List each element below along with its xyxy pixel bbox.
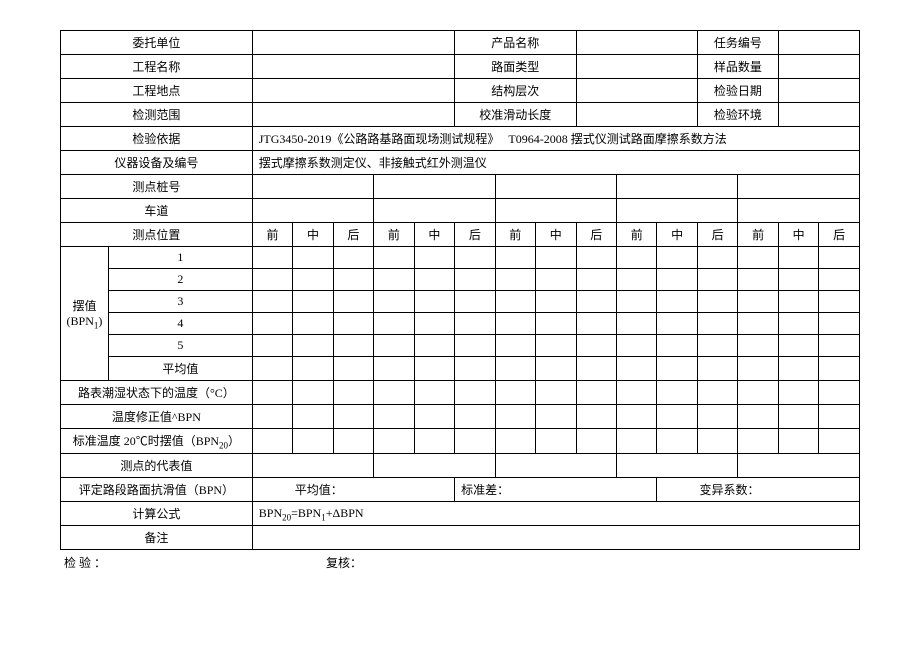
pos-5-back: 后 [819, 223, 860, 247]
env-label: 检验环境 [697, 103, 778, 127]
position-label: 测点位置 [61, 223, 253, 247]
layer-value [576, 79, 697, 103]
lane-label: 车道 [61, 199, 253, 223]
task-no-label: 任务编号 [697, 31, 778, 55]
equip-label: 仪器设备及编号 [61, 151, 253, 175]
station-label: 测点桩号 [61, 175, 253, 199]
sample-qty-label: 样品数量 [697, 55, 778, 79]
bpn-group-label: 摆值 (BPN1) [61, 247, 109, 381]
equip-value: 摆式摩擦系数测定仪、非接触式红外测温仪 [252, 151, 859, 175]
inspect-date-value [778, 79, 859, 103]
basis-label: 检验依据 [61, 127, 253, 151]
scope-value [252, 103, 454, 127]
lane-val-4 [616, 199, 737, 223]
rep-val-2 [374, 454, 495, 478]
station-val-5 [738, 175, 860, 199]
lane-val-2 [374, 199, 495, 223]
station-val-4 [616, 175, 737, 199]
slide-len-label: 校准滑动长度 [455, 103, 576, 127]
pavement-type-label: 路面类型 [455, 55, 576, 79]
pos-2-back: 后 [455, 223, 495, 247]
bpn-row-1-label: 1 [108, 247, 252, 269]
layer-label: 结构层次 [455, 79, 576, 103]
station-val-2 [374, 175, 495, 199]
pos-3-mid: 中 [536, 223, 576, 247]
std-cell: 标准差： [455, 478, 657, 502]
product-label: 产品名称 [455, 31, 576, 55]
rep-val-3 [495, 454, 616, 478]
bpn20-label: 标准温度 20℃时摆值（BPN20） [61, 429, 253, 454]
env-value [778, 103, 859, 127]
formula-label: 计算公式 [61, 502, 253, 526]
rep-val-1 [252, 454, 373, 478]
remark-value [252, 526, 859, 550]
rep-val-4 [616, 454, 737, 478]
bpn-row-4-label: 4 [108, 313, 252, 335]
project-value [252, 55, 454, 79]
bpn-row-3-label: 3 [108, 291, 252, 313]
pavement-type-value [576, 55, 697, 79]
product-value [576, 31, 697, 55]
location-value [252, 79, 454, 103]
footer: 检 验 ： 复核： [60, 554, 860, 571]
rep-val-5 [738, 454, 860, 478]
inspection-form-table: 委托单位 产品名称 任务编号 工程名称 路面类型 样品数量 工程地点 结构层次 … [60, 30, 860, 550]
client-label: 委托单位 [61, 31, 253, 55]
pos-1-back: 后 [333, 223, 373, 247]
station-val-1 [252, 175, 373, 199]
remark-label: 备注 [61, 526, 253, 550]
scope-label: 检测范围 [61, 103, 253, 127]
lane-val-1 [252, 199, 373, 223]
sample-qty-value [778, 55, 859, 79]
basis-value: JTG3450-2019《公路路基路面现场测试规程》 T0964-2008 摆式… [252, 127, 859, 151]
lane-val-5 [738, 199, 860, 223]
cv-cell: 变异系数： [657, 478, 860, 502]
bpn-row-5-label: 5 [108, 335, 252, 357]
slide-len-value [576, 103, 697, 127]
mean-cell: 平均值： [252, 478, 454, 502]
client-value [252, 31, 454, 55]
pos-4-back: 后 [697, 223, 737, 247]
lane-val-3 [495, 199, 616, 223]
temp-corr-label: 温度修正值^BPN [61, 405, 253, 429]
bpn-row-2-label: 2 [108, 269, 252, 291]
reviewer-label: 复核： [326, 554, 362, 571]
pos-1-front: 前 [252, 223, 292, 247]
rep-value-label: 测点的代表值 [61, 454, 253, 478]
pos-5-mid: 中 [778, 223, 818, 247]
inspector-label: 检 验 ： [64, 554, 106, 571]
pos-1-mid: 中 [293, 223, 333, 247]
pos-3-front: 前 [495, 223, 535, 247]
project-label: 工程名称 [61, 55, 253, 79]
pos-4-front: 前 [616, 223, 656, 247]
location-label: 工程地点 [61, 79, 253, 103]
bpn-row-avg-label: 平均值 [108, 357, 252, 381]
pos-2-front: 前 [374, 223, 414, 247]
inspect-date-label: 检验日期 [697, 79, 778, 103]
pos-5-front: 前 [738, 223, 778, 247]
formula-value: BPN20=BPN1+ΔBPN [252, 502, 859, 526]
pos-3-back: 后 [576, 223, 616, 247]
pos-4-mid: 中 [657, 223, 697, 247]
station-val-3 [495, 175, 616, 199]
wet-temp-label: 路表潮湿状态下的温度（°C） [61, 381, 253, 405]
pos-2-mid: 中 [414, 223, 454, 247]
eval-label: 评定路段路面抗滑值（BPN） [61, 478, 253, 502]
task-no-value [778, 31, 859, 55]
